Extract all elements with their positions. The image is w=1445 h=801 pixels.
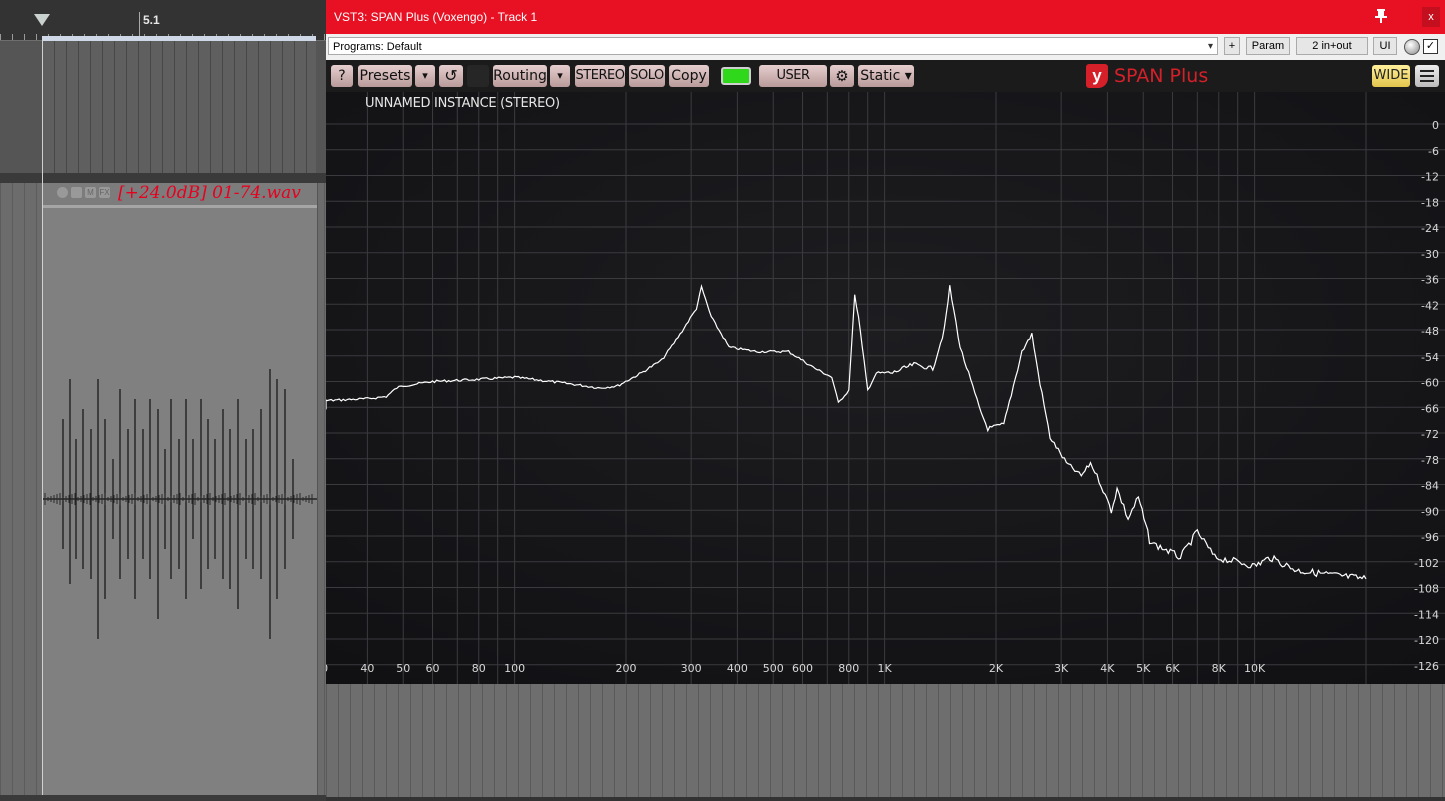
- presets-menu-button[interactable]: ▾: [415, 65, 435, 87]
- x-tick-label: 600: [792, 662, 813, 675]
- x-tick-label: 400: [727, 662, 748, 675]
- y-tick-label: -54: [1421, 351, 1439, 364]
- timeline-ruler[interactable]: 5.1: [0, 0, 326, 41]
- playhead-cursor: [42, 40, 43, 801]
- x-tick-label: 80: [472, 662, 486, 675]
- y-tick-label: -18: [1421, 196, 1439, 209]
- param-button[interactable]: Param: [1246, 37, 1290, 55]
- y-tick-label: -66: [1421, 402, 1439, 415]
- media-item-header: M FX [+24.0dB] 01-74.wav: [43, 183, 317, 208]
- presets-button[interactable]: Presets: [358, 65, 412, 87]
- y-tick-label: -96: [1421, 531, 1439, 544]
- y-tick-label: -42: [1421, 299, 1439, 312]
- y-tick-label: -24: [1421, 222, 1439, 235]
- io-routing-button[interactable]: 2 in+out: [1296, 37, 1368, 55]
- reset-icon[interactable]: ↺: [439, 65, 463, 87]
- x-tick-label: 100: [504, 662, 525, 675]
- instance-label: UNNAMED INSTANCE (STEREO): [365, 96, 560, 111]
- ruler-bar-label: 5.1: [143, 13, 160, 27]
- audio-waveform: [43, 369, 317, 639]
- y-tick-label: -72: [1421, 428, 1439, 441]
- x-tick-label: 40: [360, 662, 374, 675]
- gear-icon[interactable]: ⚙: [830, 65, 854, 87]
- bypass-checkbox[interactable]: ✓: [1423, 39, 1438, 54]
- plugin-window: VST3: SPAN Plus (Voxengo) - Track 1 x Pr…: [314, 0, 1445, 684]
- x-tick-label: 800: [838, 662, 859, 675]
- x-tick-label: 6K: [1165, 662, 1180, 675]
- help-button[interactable]: ?: [331, 65, 353, 87]
- y-tick-label: -120: [1414, 634, 1439, 647]
- media-item[interactable]: M FX [+24.0dB] 01-74.wav: [42, 183, 318, 795]
- y-tick-label: -84: [1421, 480, 1439, 493]
- x-tick-label: 2K: [989, 662, 1004, 675]
- item-record-icon[interactable]: [57, 187, 68, 198]
- x-tick-label: 8K: [1212, 662, 1227, 675]
- x-tick-label: 1K: [878, 662, 893, 675]
- playhead-handle-icon[interactable]: [34, 14, 50, 26]
- add-preset-button[interactable]: +: [1224, 37, 1240, 55]
- item-fx-button[interactable]: FX: [99, 187, 110, 198]
- x-tick-label: 60: [426, 662, 440, 675]
- track-lane-upper[interactable]: [0, 41, 326, 173]
- y-tick-label: -108: [1414, 583, 1439, 596]
- wet-knob-icon[interactable]: [1404, 39, 1420, 55]
- stereo-button[interactable]: STEREO: [575, 65, 625, 87]
- undo-slot[interactable]: [467, 65, 489, 87]
- pin-icon[interactable]: [1374, 8, 1388, 27]
- y-tick-label: -48: [1421, 325, 1439, 338]
- x-tick-label: 10K: [1244, 662, 1266, 675]
- x-tick-label: 5K: [1136, 662, 1151, 675]
- item-lock-icon[interactable]: [71, 187, 82, 198]
- spectrum-analyzer[interactable]: UNNAMED INSTANCE (STEREO) 0 -6 -12 -18 -24 -3…: [314, 92, 1445, 684]
- arrange-bottom-edge-right: [326, 797, 1445, 801]
- y-tick-label: -6: [1428, 145, 1439, 158]
- arrange-bottom-edge: [0, 795, 326, 801]
- group-led-button[interactable]: [721, 67, 751, 85]
- spectrum-chart[interactable]: 0 -6 -12 -18 -24 -30 -36 -42 -48 -54 -60 -66 -72 -78 -…: [314, 92, 1445, 684]
- hamburger-menu-icon[interactable]: [1415, 65, 1439, 87]
- plugin-titlebar[interactable]: VST3: SPAN Plus (Voxengo) - Track 1 x: [326, 0, 1445, 34]
- program-bar: Programs: Default ▾ + Param 2 in+out UI …: [326, 34, 1445, 61]
- y-tick-label: -126: [1414, 660, 1439, 673]
- y-tick-label: -36: [1421, 274, 1439, 287]
- track-grid: [42, 41, 316, 173]
- x-tick-label: 200: [616, 662, 637, 675]
- chevron-down-icon: ▾: [1207, 41, 1213, 52]
- voxengo-logo-icon: y: [1086, 64, 1108, 88]
- routing-button[interactable]: Routing: [493, 65, 547, 87]
- user-mode-button[interactable]: USER: [759, 65, 827, 87]
- logo-text: SPAN Plus: [1114, 65, 1209, 87]
- y-tick-label: -114: [1414, 608, 1439, 621]
- chart-background: [326, 92, 1445, 684]
- media-item-title: [+24.0dB] 01-74.wav: [118, 183, 301, 203]
- close-button[interactable]: x: [1422, 7, 1440, 27]
- x-tick-label: 500: [763, 662, 784, 675]
- static-mode-button[interactable]: Static ▾: [858, 65, 914, 87]
- y-tick-label: 0: [1432, 119, 1439, 132]
- x-tick-label: 300: [681, 662, 702, 675]
- item-mute-button[interactable]: M: [85, 187, 96, 198]
- y-tick-label: -102: [1414, 557, 1439, 570]
- y-tick-label: -90: [1421, 505, 1439, 518]
- y-tick-label: -30: [1421, 248, 1439, 261]
- solo-button[interactable]: SOLO: [629, 65, 665, 87]
- y-tick-label: -12: [1421, 171, 1439, 184]
- ui-button[interactable]: UI: [1373, 37, 1397, 55]
- wide-button[interactable]: WIDE: [1372, 65, 1410, 87]
- track-lane-background: [326, 684, 1445, 801]
- x-tick-label: 3K: [1054, 662, 1069, 675]
- y-tick-label: -60: [1421, 377, 1439, 390]
- copy-button[interactable]: Copy: [669, 65, 709, 87]
- x-tick-label: 50: [396, 662, 410, 675]
- x-tick-label: 4K: [1100, 662, 1115, 675]
- track-divider[interactable]: [0, 173, 326, 183]
- span-toolbar: ? Presets ▾ ↺ Routing ▾ STEREO SOLO Copy…: [326, 60, 1445, 92]
- y-tick-label: -78: [1421, 454, 1439, 467]
- plugin-window-title: VST3: SPAN Plus (Voxengo) - Track 1: [334, 10, 538, 24]
- program-select-label: Programs: Default: [333, 41, 422, 53]
- routing-menu-button[interactable]: ▾: [550, 65, 570, 87]
- daw-arrange-area: 5.1 M FX [+24.0dB] 01-74.wav: [0, 0, 326, 801]
- program-select[interactable]: Programs: Default ▾: [328, 37, 1218, 55]
- x-tick-label: 30: [326, 662, 328, 675]
